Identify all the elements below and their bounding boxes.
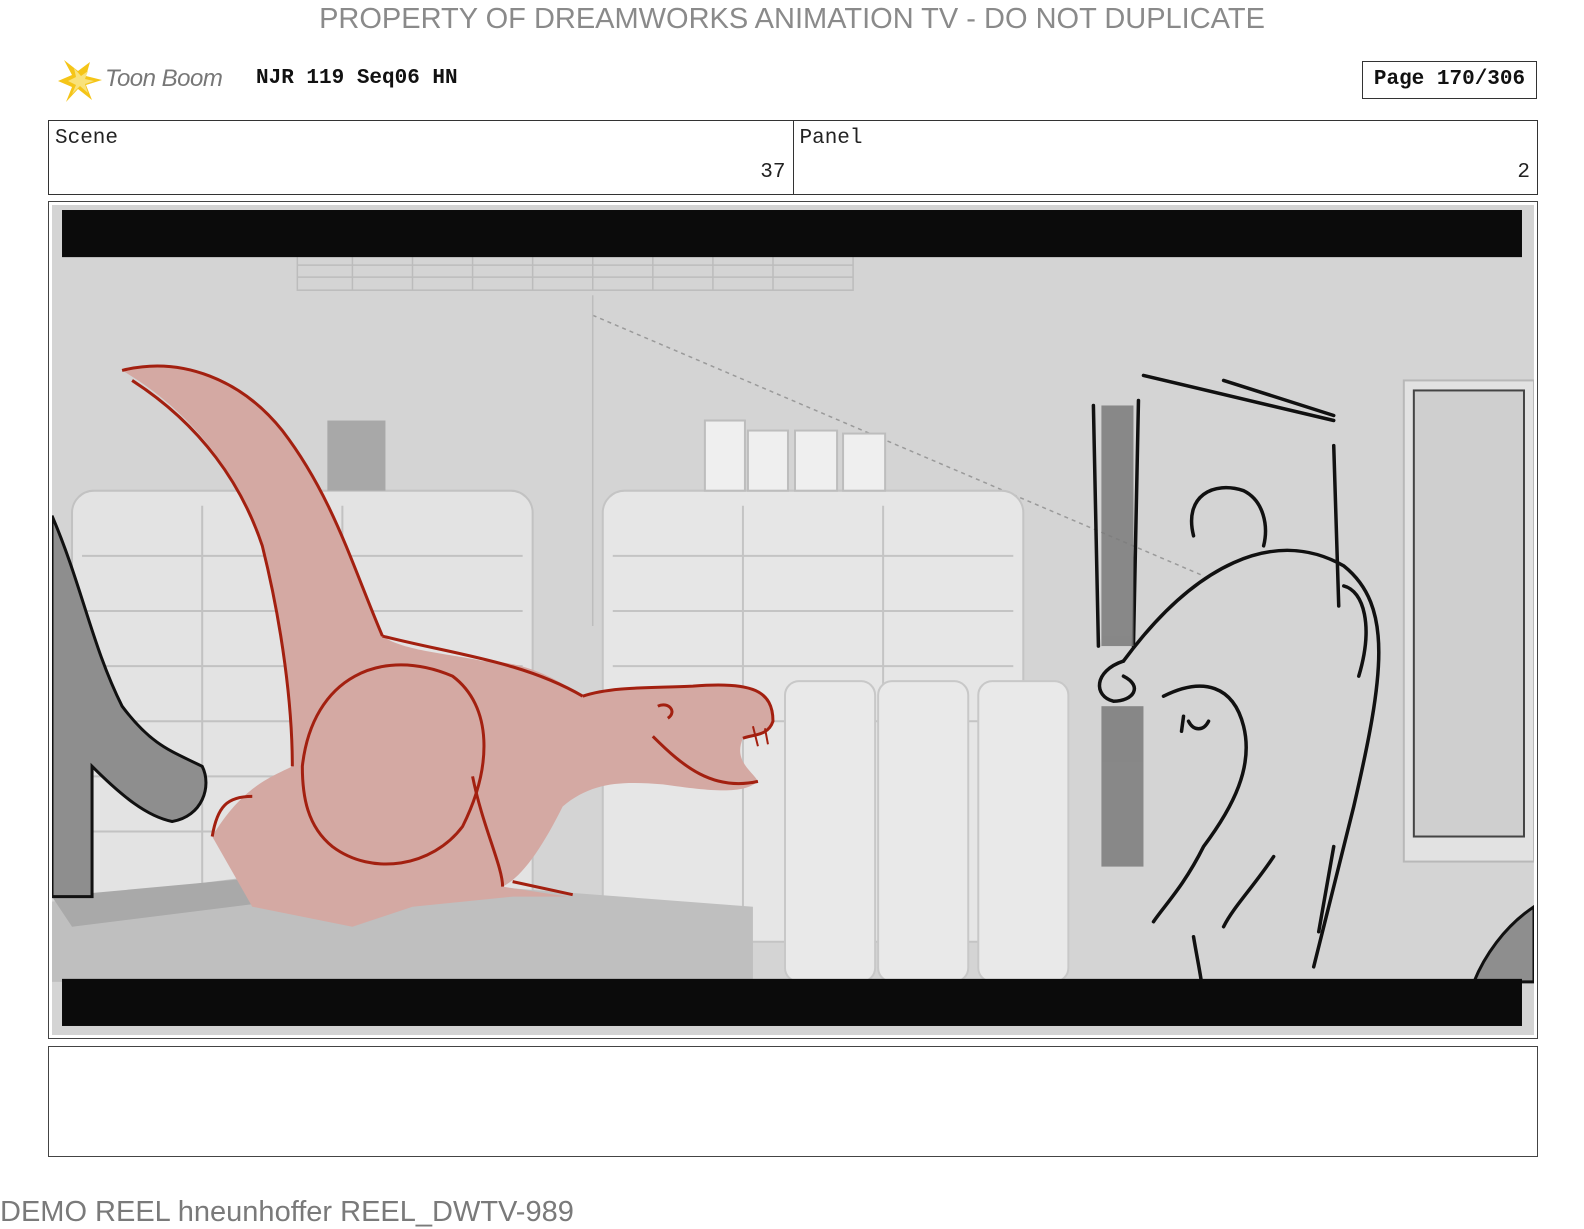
panel-notes-box bbox=[48, 1046, 1538, 1157]
panel-cell: Panel 2 bbox=[792, 121, 1538, 194]
logo-wordmark: Toon Boom bbox=[105, 65, 223, 92]
panel-drawing bbox=[52, 205, 1534, 1035]
page-indicator: Page 170/306 bbox=[1362, 61, 1537, 99]
letterbox-top bbox=[62, 210, 1522, 258]
watermark-text: PROPERTY OF DREAMWORKS ANIMATION TV - DO… bbox=[319, 3, 1265, 35]
panel-label: Panel bbox=[799, 127, 863, 150]
footer-text: DEMO REEL hneunhoffer REEL_DWTV-989 bbox=[0, 1196, 574, 1228]
scene-label: Scene bbox=[55, 127, 119, 150]
toon-boom-logo: Toon Boom bbox=[50, 56, 240, 106]
document-title: NJR 119 Seq06 HN bbox=[256, 67, 458, 90]
cylinders bbox=[783, 680, 1070, 983]
panel-number: 2 bbox=[1517, 161, 1530, 184]
starburst-icon bbox=[58, 60, 102, 102]
letterbox-bottom bbox=[62, 978, 1522, 1026]
storyboard-panel bbox=[48, 201, 1538, 1039]
scene-panel-table: Scene 37 Panel 2 bbox=[48, 120, 1538, 195]
scene-cell: Scene 37 bbox=[49, 121, 793, 194]
scene-number: 37 bbox=[760, 161, 786, 184]
